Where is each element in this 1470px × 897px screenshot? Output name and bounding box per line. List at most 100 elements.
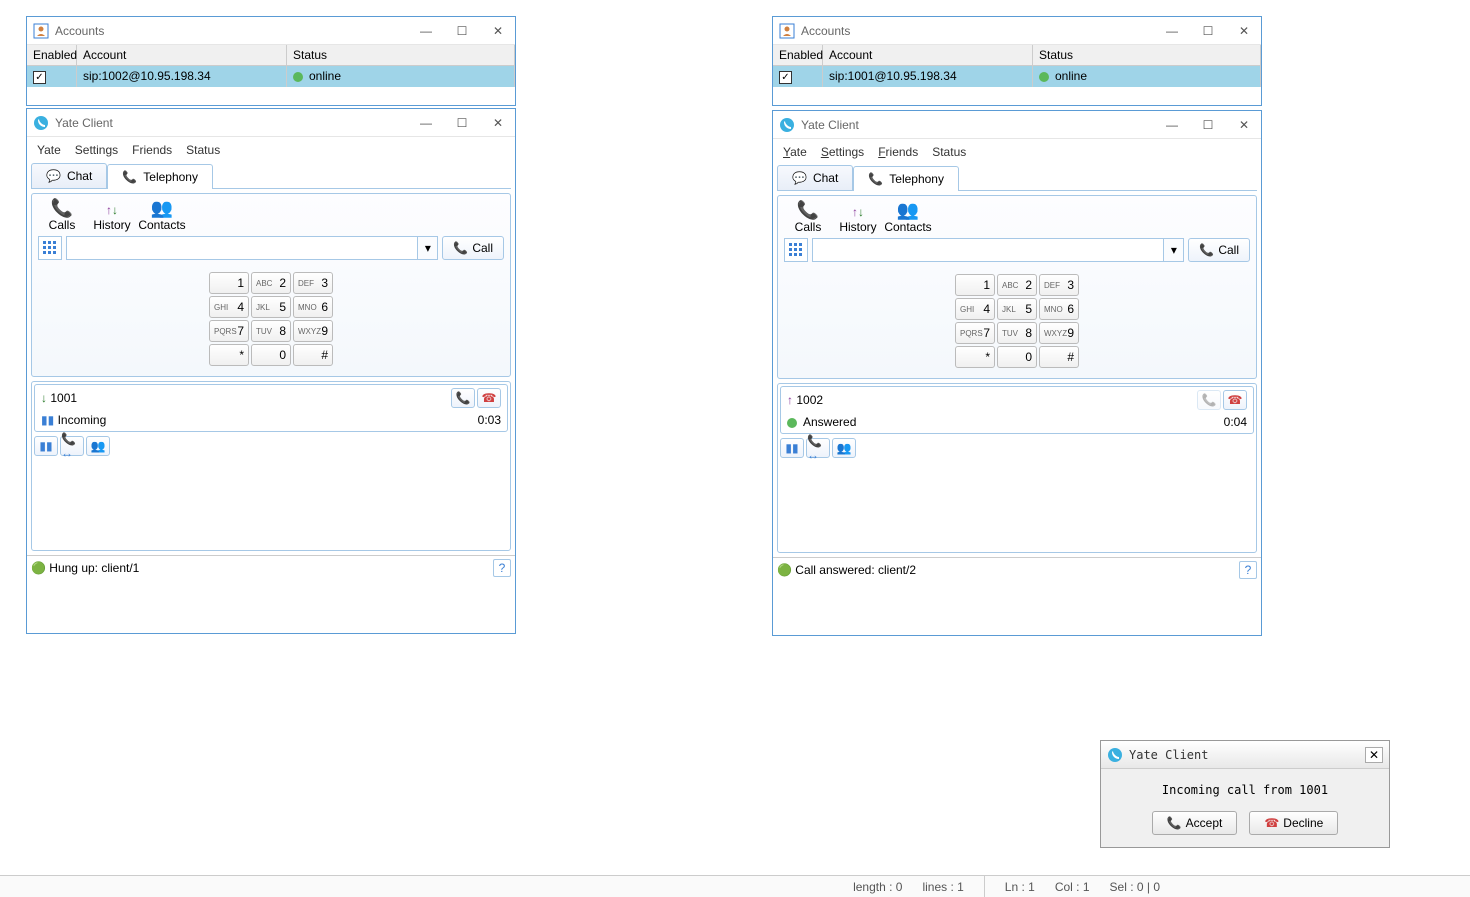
keypad-key-6[interactable]: MNO6 (293, 296, 333, 318)
minimize-button[interactable]: — (415, 24, 437, 38)
transfer-button[interactable]: 📞↔ (60, 436, 84, 456)
menu-yate[interactable]: Yate (37, 143, 61, 157)
dial-row: ▾ 📞Call (778, 238, 1256, 268)
titlebar[interactable]: Yate Client — ☐ ✕ (773, 111, 1261, 139)
maximize-button[interactable]: ☐ (1197, 24, 1219, 38)
keypad-key-3[interactable]: DEF3 (293, 272, 333, 294)
keypad-key-9[interactable]: WXYZ9 (1039, 322, 1079, 344)
dial-dropdown[interactable]: ▾ (1163, 239, 1183, 261)
titlebar[interactable]: Accounts — ☐ ✕ (773, 17, 1261, 45)
dial-input[interactable] (67, 237, 417, 259)
tab-chat[interactable]: 💬Chat (777, 165, 853, 190)
history-button[interactable]: ↑↓History (88, 198, 136, 232)
keypad-key-4[interactable]: GHI4 (955, 298, 995, 320)
keypad-key-8[interactable]: TUV8 (997, 322, 1037, 344)
col-account[interactable]: Account (823, 45, 1033, 65)
accounts-header: Enabled Account Status (27, 45, 515, 66)
keypad-key-*[interactable]: * (209, 344, 249, 366)
enabled-checkbox[interactable]: ✓ (779, 71, 792, 84)
menu-status[interactable]: Status (932, 145, 966, 159)
dial-input[interactable] (813, 239, 1163, 261)
call-button[interactable]: 📞Call (1188, 238, 1250, 262)
maximize-button[interactable]: ☐ (451, 116, 473, 130)
tab-chat[interactable]: 💬Chat (31, 163, 107, 188)
menu-settings[interactable]: Settings (821, 145, 864, 159)
call-button[interactable]: 📞Call (442, 236, 504, 260)
dial-dropdown[interactable]: ▾ (417, 237, 437, 259)
history-button[interactable]: ↑↓History (834, 200, 882, 234)
keypad-key-7[interactable]: PQRS7 (209, 320, 249, 342)
calls-button[interactable]: 📞Calls (784, 200, 832, 234)
decline-button[interactable]: ☎Decline (1249, 811, 1338, 835)
keypad-key-8[interactable]: TUV8 (251, 320, 291, 342)
keypad-key-1[interactable]: 1 (209, 272, 249, 294)
maximize-button[interactable]: ☐ (451, 24, 473, 38)
keypad-key-#[interactable]: # (293, 344, 333, 366)
close-button[interactable]: ✕ (487, 116, 509, 130)
menu-friends[interactable]: Friends (132, 143, 172, 157)
keypad-toggle-button[interactable] (38, 236, 62, 260)
tab-telephony[interactable]: 📞Telephony (853, 166, 959, 191)
keypad-toggle-button[interactable] (784, 238, 808, 262)
close-button[interactable]: ✕ (1233, 24, 1255, 38)
keypad-key-9[interactable]: WXYZ9 (293, 320, 333, 342)
transfer-button[interactable]: 📞↔ (806, 438, 830, 458)
menu-yate[interactable]: Yate (783, 145, 807, 159)
help-button[interactable]: ? (1239, 561, 1257, 579)
menu-status[interactable]: Status (186, 143, 220, 157)
close-button[interactable]: ✕ (487, 24, 509, 38)
close-button[interactable]: ✕ (1365, 747, 1383, 763)
menu-friends[interactable]: Friends (878, 145, 918, 159)
status-text: online (309, 69, 341, 83)
col-enabled[interactable]: Enabled (773, 45, 823, 65)
conference-button[interactable]: 👥 (86, 436, 110, 456)
tab-telephony[interactable]: 📞Telephony (107, 164, 213, 189)
call-status: ▮▮ Incoming (41, 413, 478, 427)
col-account[interactable]: Account (77, 45, 287, 65)
keypad-key-1[interactable]: 1 (955, 274, 995, 296)
close-button[interactable]: ✕ (1233, 118, 1255, 132)
col-status[interactable]: Status (287, 45, 515, 65)
keypad-key-3[interactable]: DEF3 (1039, 274, 1079, 296)
yate-icon (33, 115, 49, 131)
titlebar[interactable]: Accounts — ☐ ✕ (27, 17, 515, 45)
keypad-key-4[interactable]: GHI4 (209, 296, 249, 318)
keypad-key-2[interactable]: ABC2 (997, 274, 1037, 296)
minimize-button[interactable]: — (415, 116, 437, 130)
accept-button[interactable]: 📞Accept (1152, 811, 1238, 835)
keypad-key-5[interactable]: JKL5 (251, 296, 291, 318)
minimize-button[interactable]: — (1161, 24, 1183, 38)
keypad-key-0[interactable]: 0 (251, 344, 291, 366)
keypad-key-#[interactable]: # (1039, 346, 1079, 368)
contacts-button[interactable]: 👥Contacts (138, 198, 186, 232)
call-item[interactable]: ↑ 1002 📞 ☎ Answered 0:04 (780, 386, 1254, 434)
keypad-key-5[interactable]: JKL5 (997, 298, 1037, 320)
maximize-button[interactable]: ☐ (1197, 118, 1219, 132)
hold-button[interactable]: ▮▮ (34, 436, 58, 456)
keypad-key-2[interactable]: ABC2 (251, 272, 291, 294)
account-row[interactable]: ✓ sip:1002@10.95.198.34 online (27, 66, 515, 87)
answer-button[interactable]: 📞 (451, 388, 475, 408)
keypad-key-6[interactable]: MNO6 (1039, 298, 1079, 320)
hangup-button[interactable]: ☎ (1223, 390, 1247, 410)
minimize-button[interactable]: — (1161, 118, 1183, 132)
calls-button[interactable]: 📞Calls (38, 198, 86, 232)
help-button[interactable]: ? (493, 559, 511, 577)
accounts-header: Enabled Account Status (773, 45, 1261, 66)
call-item[interactable]: ↓ 1001 📞 ☎ ▮▮ Incoming 0:03 (34, 384, 508, 432)
col-enabled[interactable]: Enabled (27, 45, 77, 65)
hangup-button[interactable]: ☎ (477, 388, 501, 408)
titlebar[interactable]: Yate Client — ☐ ✕ (27, 109, 515, 137)
col-status[interactable]: Status (1033, 45, 1261, 65)
keypad-key-0[interactable]: 0 (997, 346, 1037, 368)
contacts-button[interactable]: 👥Contacts (884, 200, 932, 234)
titlebar[interactable]: Yate Client ✕ (1101, 741, 1389, 769)
conference-button[interactable]: 👥 (832, 438, 856, 458)
keypad-key-7[interactable]: PQRS7 (955, 322, 995, 344)
hold-button[interactable]: ▮▮ (780, 438, 804, 458)
enabled-checkbox[interactable]: ✓ (33, 71, 46, 84)
keypad-key-*[interactable]: * (955, 346, 995, 368)
account-row[interactable]: ✓ sip:1001@10.95.198.34 online (773, 66, 1261, 87)
menu-settings[interactable]: Settings (75, 143, 118, 157)
history-icon: ↑↓ (852, 200, 864, 220)
